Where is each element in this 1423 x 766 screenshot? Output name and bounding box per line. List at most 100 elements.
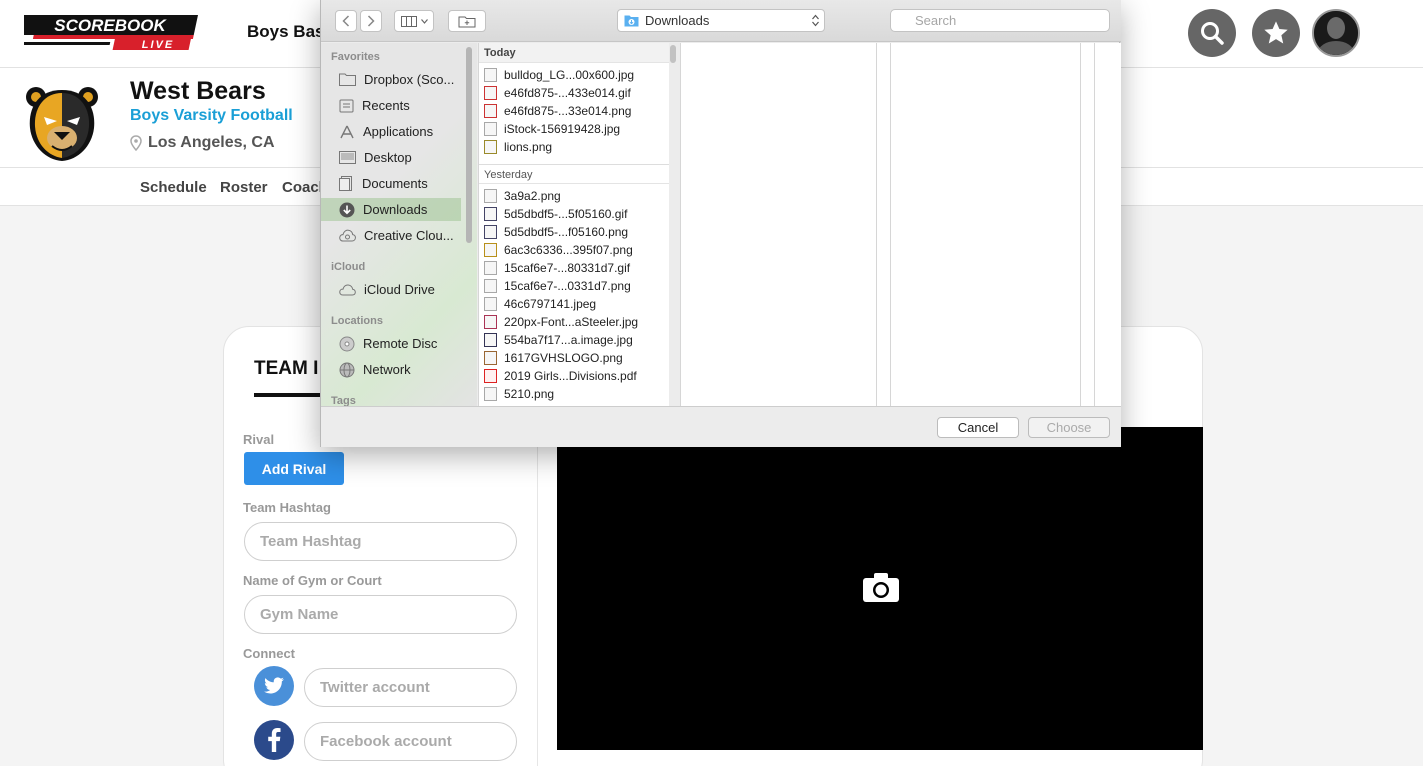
image-file-icon [484, 225, 497, 239]
download-icon [339, 202, 355, 217]
sidebar-item-label: Applications [363, 124, 434, 139]
browser-column-4 [1094, 43, 1121, 406]
search-button[interactable] [1188, 9, 1236, 57]
sidebar-item-downloads[interactable]: Downloads [321, 198, 461, 221]
back-button[interactable] [335, 10, 357, 32]
file-name: 1617GVHSLOGO.png [504, 351, 623, 365]
file-item[interactable]: lions.png [484, 138, 552, 156]
image-file-icon [484, 261, 497, 275]
file-name: 46c6797141.jpeg [504, 297, 597, 311]
file-item[interactable]: 2019 Girls...Divisions.pdf [484, 367, 637, 385]
choose-button[interactable]: Choose [1028, 417, 1110, 438]
twitter-account-input[interactable] [304, 668, 517, 707]
dialog-toolbar: Downloads [321, 0, 1121, 42]
sidebar-item-icloud-drive[interactable]: iCloud Drive [321, 278, 461, 301]
file-list-column: Today bulldog_LG...00x600.jpg e46fd875-.… [478, 43, 669, 406]
column-resize-handle[interactable] [876, 43, 890, 406]
file-item[interactable]: 5210.png [484, 385, 554, 403]
twitter-icon [264, 677, 284, 694]
twitter-badge [254, 666, 294, 706]
file-name: 15caf6e7-...0331d7.png [504, 279, 631, 293]
image-file-icon [484, 189, 497, 203]
sidebar-item-label: Downloads [363, 202, 428, 217]
file-item[interactable]: bulldog_LG...00x600.jpg [484, 66, 634, 84]
image-file-icon [484, 86, 497, 100]
image-file-icon [484, 279, 497, 293]
sidebar-item-documents[interactable]: Documents [321, 172, 461, 195]
file-item[interactable]: 220px-Font...aSteeler.jpg [484, 313, 638, 331]
file-item[interactable]: e46fd875-...33e014.png [484, 102, 631, 120]
file-name: iStock-156919428.jpg [504, 122, 621, 136]
gym-name-input[interactable] [244, 595, 517, 634]
file-item[interactable]: 5d5dbdf5-...f05160.png [484, 223, 628, 241]
location-dropdown-value: Downloads [645, 13, 710, 28]
file-item[interactable]: 6ac3c6336...395f07.png [484, 241, 633, 259]
image-file-icon [484, 140, 497, 154]
file-name: 3a9a2.png [504, 189, 561, 203]
card-title: TEAM I [254, 358, 319, 379]
forward-button[interactable] [360, 10, 382, 32]
applications-icon [340, 125, 354, 138]
sidebar-item-label: Network [363, 362, 411, 377]
photo-upload-area[interactable] [557, 427, 1203, 750]
globe-icon [339, 362, 355, 377]
file-item[interactable]: e46fd875-...433e014.gif [484, 84, 631, 102]
team-location: Los Angeles, CA [130, 134, 275, 152]
file-list-scrollbar[interactable] [670, 45, 676, 63]
dialog-search-input[interactable] [890, 9, 1110, 32]
user-avatar[interactable] [1312, 9, 1360, 57]
file-item[interactable]: 3a9a2.png [484, 187, 561, 205]
dialog-footer: Cancel Choose [321, 406, 1121, 447]
favorites-button[interactable] [1252, 9, 1300, 57]
image-file-icon [484, 333, 497, 347]
sidebar-item-applications[interactable]: Applications [321, 120, 461, 143]
locations-heading: Locations [331, 315, 383, 327]
facebook-account-input[interactable] [304, 722, 517, 761]
add-rival-button[interactable]: Add Rival [244, 452, 344, 485]
column-view-icon [400, 15, 417, 27]
file-item[interactable]: 15caf6e7-...0331d7.png [484, 277, 631, 295]
sport-title: Boys Bas [247, 22, 325, 41]
view-mode-button[interactable] [394, 10, 434, 32]
sidebar-scrollbar[interactable] [466, 47, 472, 243]
sidebar-item-creative-cloud[interactable]: Creative Clou... [321, 224, 461, 247]
sidebar-item-recents[interactable]: Recents [321, 94, 461, 117]
team-hashtag-input[interactable] [244, 522, 517, 561]
new-folder-button[interactable] [448, 10, 486, 32]
scorebook-live-logo[interactable]: SCOREBOOK LIVE [24, 15, 198, 51]
location-pin-icon [130, 135, 142, 151]
logo-text-bottom: LIVE [142, 39, 174, 51]
file-name: 554ba7f17...a.image.jpg [504, 333, 633, 347]
title-underline [254, 393, 324, 397]
file-name: 2019 Girls...Divisions.pdf [504, 369, 637, 383]
chevron-right-icon [367, 15, 375, 27]
team-location-text: Los Angeles, CA [148, 134, 275, 151]
sidebar-item-network[interactable]: Network [321, 358, 461, 381]
file-item[interactable]: iStock-156919428.jpg [484, 120, 620, 138]
column-resize-handle[interactable] [1080, 43, 1094, 406]
sidebar-item-desktop[interactable]: Desktop [321, 146, 461, 169]
sidebar-item-remote-disc[interactable]: Remote Disc [321, 332, 461, 355]
search-icon [1201, 22, 1224, 45]
updown-chevron-icon [812, 14, 819, 27]
sidebar-item-dropbox[interactable]: Dropbox (Sco... [321, 68, 461, 91]
browser-column-3 [890, 43, 1080, 406]
location-dropdown[interactable]: Downloads [617, 9, 825, 32]
image-file-icon [484, 315, 497, 329]
dialog-sidebar: Favorites Dropbox (Sco... Recents Applic… [321, 43, 477, 406]
nav-schedule[interactable]: Schedule [140, 179, 207, 196]
file-item[interactable]: 15caf6e7-...80331d7.gif [484, 259, 630, 277]
sidebar-item-label: Dropbox (Sco... [364, 72, 455, 87]
file-item[interactable]: 5d5dbdf5-...5f05160.gif [484, 205, 627, 223]
sidebar-item-label: Documents [362, 176, 428, 191]
team-level[interactable]: Boys Varsity Football [130, 107, 293, 125]
file-item[interactable]: 554ba7f17...a.image.jpg [484, 331, 633, 349]
camera-icon [863, 573, 899, 602]
image-file-icon [484, 104, 497, 118]
file-item[interactable]: 46c6797141.jpeg [484, 295, 596, 313]
file-item[interactable]: 1617GVHSLOGO.png [484, 349, 623, 367]
cancel-button[interactable]: Cancel [937, 417, 1019, 438]
nav-roster[interactable]: Roster [220, 179, 268, 196]
image-file-icon [484, 122, 497, 136]
card-divider [537, 423, 538, 766]
